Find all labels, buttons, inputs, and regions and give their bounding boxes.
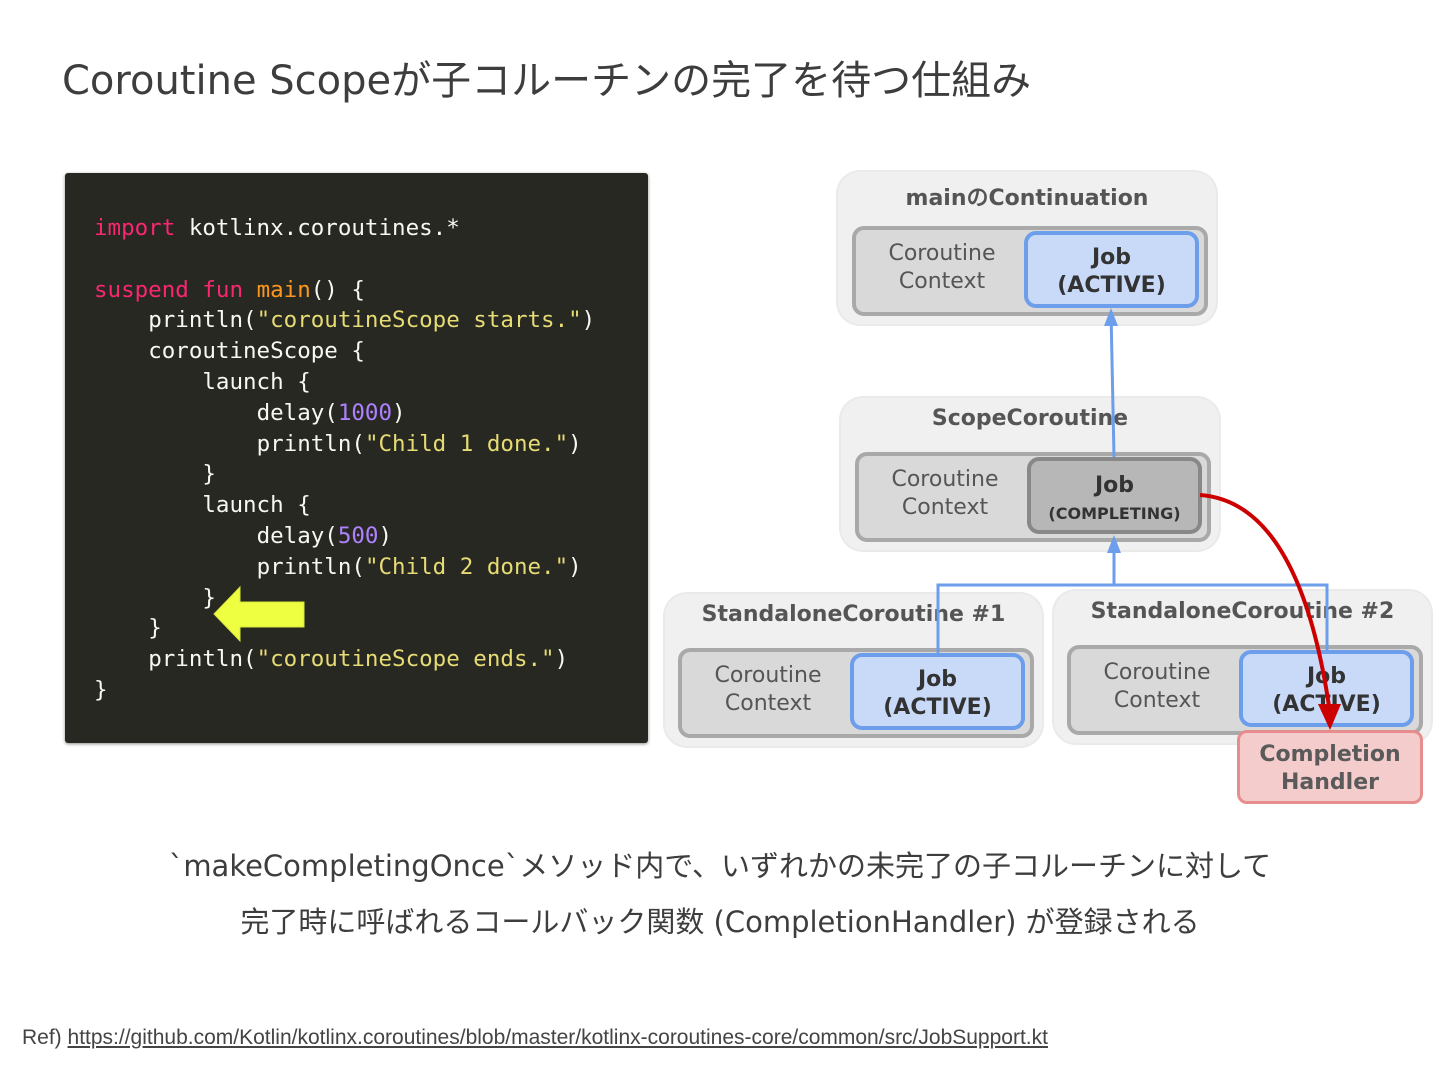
red-arrowhead-icon [1318, 704, 1341, 730]
reference: Ref) https://github.com/Kotlin/kotlinx.c… [22, 1026, 1048, 1050]
reference-link[interactable]: https://github.com/Kotlin/kotlinx.corout… [68, 1026, 1048, 1049]
parent-link-children-to-scope [936, 540, 1329, 653]
caption-line1: `makeCompletingOnce`メソッド内で、いずれかの未完了の子コルー… [168, 849, 1272, 883]
parent-link-scope-to-main [1109, 311, 1116, 458]
arrowhead-main-icon [1104, 308, 1118, 326]
completion-handler-registration-arrow [1199, 493, 1331, 707]
arrowhead-scope-icon [1107, 535, 1121, 553]
reference-prefix: Ref) [22, 1026, 62, 1049]
caption-line2: 完了時に呼ばれるコールバック関数 (CompletionHandler) が登録… [240, 905, 1200, 939]
